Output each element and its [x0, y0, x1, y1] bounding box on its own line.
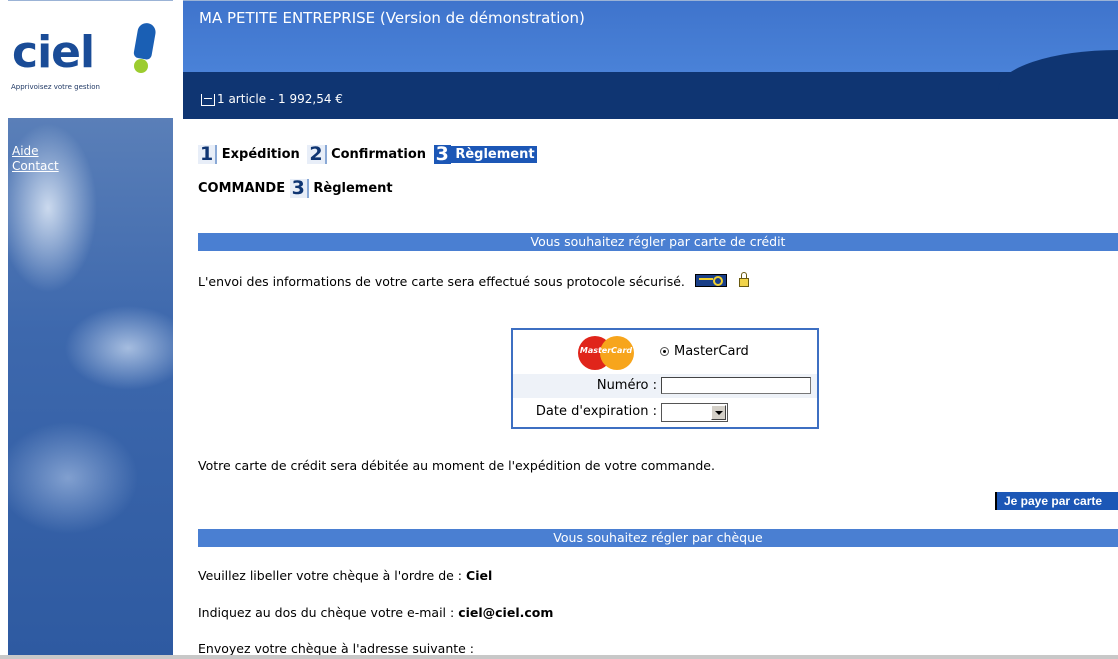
- main-content: 1 Expédition 2 Confirmation 3 Règlement …: [183, 119, 1118, 659]
- pay-by-card-button[interactable]: Je paye par carte: [995, 492, 1118, 510]
- logo-wordmark: ciel: [12, 27, 95, 78]
- header-banner: MA PETITE ENTREPRISE (Version de démonst…: [183, 0, 1118, 73]
- window-bottom-border: [0, 655, 1118, 659]
- mastercard-radio[interactable]: [660, 347, 669, 356]
- sidebar-link-aide[interactable]: Aide: [12, 144, 39, 158]
- numero-label: Numéro :: [596, 378, 657, 393]
- expiry-label: Date d'expiration :: [535, 404, 657, 419]
- mastercard-logo-text: MasterCard: [579, 346, 633, 355]
- page-title: COMMANDE 3 Règlement: [198, 177, 393, 199]
- sidebar: Aide Contact: [8, 118, 173, 656]
- step-reglement-active: 3 Règlement: [433, 143, 537, 165]
- cart-summary[interactable]: 1 article - 1 992,54 €: [217, 92, 343, 106]
- checkout-steps: 1 Expédition 2 Confirmation 3 Règlement: [198, 145, 537, 164]
- cheque-payee-line: Veuillez libeller votre chèque à l'ordre…: [198, 568, 493, 583]
- logo-exclamation-icon: [133, 21, 157, 61]
- cart-icon[interactable]: [201, 94, 215, 106]
- mastercard-logo: MasterCard: [578, 336, 634, 370]
- secure-notice: L'envoi des informations de votre carte …: [198, 272, 749, 289]
- key-icon: [694, 274, 727, 287]
- logo-dot-icon: [134, 59, 148, 73]
- cheque-email-line: Indiquez au dos du chèque votre e-mail :…: [198, 605, 554, 620]
- cheque-email: ciel@ciel.com: [458, 605, 554, 620]
- step-confirmation[interactable]: 2 Confirmation: [307, 145, 429, 164]
- card-form: MasterCard MasterCard Numéro : Date d'ex…: [511, 328, 819, 429]
- numero-row: Numéro :: [513, 374, 817, 398]
- logo: ciel Apprivoisez votre gestion: [8, 0, 173, 119]
- debit-notice: Votre carte de crédit sera débitée au mo…: [198, 458, 715, 473]
- mastercard-radio-label[interactable]: MasterCard: [674, 344, 749, 359]
- lock-icon: [738, 272, 749, 287]
- expiry-date-select[interactable]: [661, 403, 728, 422]
- logo-tagline: Apprivoisez votre gestion: [11, 83, 100, 91]
- cheque-address-line: Envoyez votre chèque à l'adresse suivant…: [198, 641, 475, 656]
- cheque-payee: Ciel: [466, 568, 493, 583]
- cart-bar: 1 article - 1 992,54 €: [183, 50, 1118, 119]
- column-divider: [173, 118, 183, 656]
- app-title: MA PETITE ENTREPRISE (Version de démonst…: [199, 9, 585, 27]
- sidebar-link-contact[interactable]: Contact: [12, 159, 59, 173]
- chevron-down-icon[interactable]: [711, 405, 726, 420]
- cheque-section-heading: Vous souhaitez régler par chèque: [198, 529, 1118, 547]
- step-expedition[interactable]: 1 Expédition: [198, 145, 303, 164]
- card-section-heading: Vous souhaitez régler par carte de crédi…: [198, 233, 1118, 251]
- card-number-input[interactable]: [661, 377, 811, 394]
